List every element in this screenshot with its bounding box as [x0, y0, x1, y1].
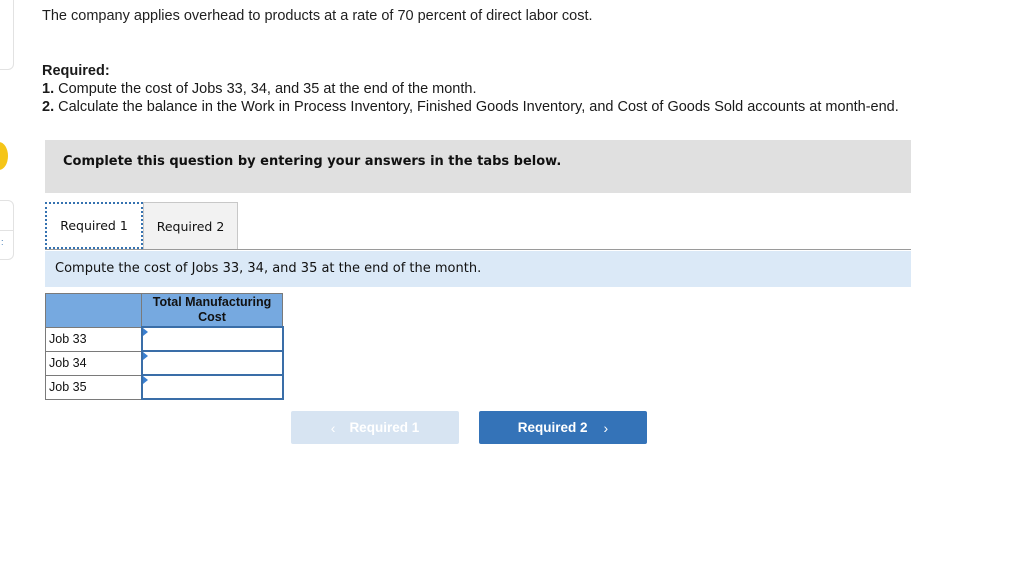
input-flag-icon	[142, 328, 148, 336]
problem-intro: The company applies overhead to products…	[42, 8, 593, 24]
job-35-cost-input[interactable]	[142, 377, 282, 397]
banner-text: Complete this question by entering your …	[63, 154, 562, 169]
input-flag-icon	[142, 376, 148, 384]
row-label: Job 33	[45, 326, 142, 352]
divider	[0, 230, 13, 231]
table-header-row: Total Manufacturing Cost	[45, 293, 283, 328]
table-row: Job 35	[45, 374, 284, 400]
side-panel-box-2: :	[0, 200, 14, 260]
table-row: Job 33	[45, 326, 284, 352]
tab-required-1[interactable]: Required 1	[45, 202, 143, 249]
tab-required-2[interactable]: Required 2	[143, 202, 238, 249]
input-flag-icon	[142, 352, 148, 360]
status-indicator-dot	[0, 142, 8, 170]
chevron-right-icon: ›	[603, 419, 609, 436]
next-button-label: Required 2	[517, 420, 588, 435]
required-heading: Required:	[42, 63, 110, 79]
cost-cell	[140, 350, 284, 376]
job-33-cost-input[interactable]	[142, 329, 282, 349]
header-blank	[45, 293, 142, 328]
job-34-cost-input[interactable]	[142, 353, 282, 373]
required-item-1: 1. Compute the cost of Jobs 33, 34, and …	[42, 81, 477, 97]
next-required-button[interactable]: Required 2 ›	[479, 411, 647, 444]
required-item-2: 2. Calculate the balance in the Work in …	[42, 99, 899, 115]
instruction-text: Compute the cost of Jobs 33, 34, and 35 …	[55, 261, 482, 276]
prev-required-button[interactable]: ‹ Required 1	[291, 411, 459, 444]
instructions-banner: Complete this question by entering your …	[45, 140, 911, 193]
chevron-left-icon: ‹	[330, 419, 336, 436]
side-panel-box	[0, 0, 14, 70]
tabs-divider	[45, 249, 911, 250]
answer-table: Total Manufacturing Cost Job 33 Job 34 J…	[45, 293, 284, 400]
table-row: Job 34	[45, 350, 284, 376]
tab-instruction: Compute the cost of Jobs 33, 34, and 35 …	[45, 251, 911, 287]
cost-cell	[140, 374, 284, 400]
side-icon: :	[1, 237, 4, 247]
header-total-manufacturing-cost: Total Manufacturing Cost	[141, 293, 283, 328]
row-label: Job 34	[45, 350, 142, 376]
prev-button-label: Required 1	[349, 420, 420, 435]
cost-cell	[140, 326, 284, 352]
row-label: Job 35	[45, 374, 142, 400]
